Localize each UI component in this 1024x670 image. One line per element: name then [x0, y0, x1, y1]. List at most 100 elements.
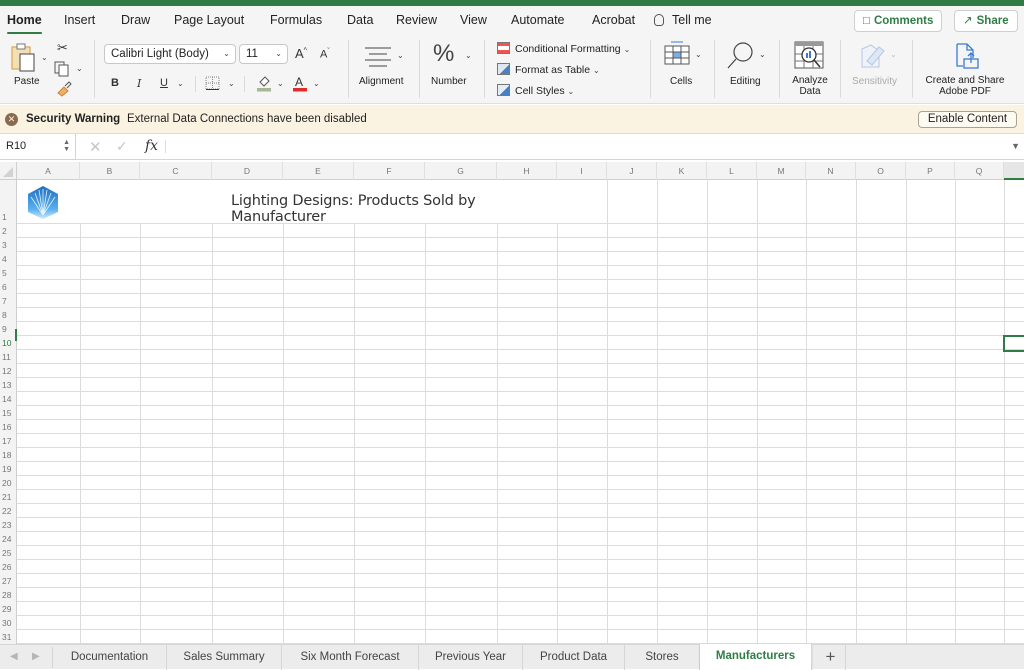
font-color-dropdown-icon[interactable]: ⌄: [313, 79, 320, 88]
font-name-select[interactable]: Calibri Light (Body) ⌄: [104, 44, 236, 64]
tab-acrobat[interactable]: Acrobat: [592, 13, 635, 27]
create-pdf-icon[interactable]: [953, 42, 981, 70]
row-header-27[interactable]: 27: [0, 576, 16, 586]
row-header-11[interactable]: 11: [0, 352, 16, 362]
column-header-g[interactable]: G: [425, 162, 497, 180]
row-header-8[interactable]: 8: [0, 310, 16, 320]
paste-dropdown-icon[interactable]: ⌄: [41, 53, 48, 62]
add-sheet-button[interactable]: +: [816, 645, 846, 670]
close-warning-icon[interactable]: ✕: [5, 113, 18, 126]
column-header-j[interactable]: J: [607, 162, 657, 180]
comments-button[interactable]: □ Comments: [854, 10, 943, 32]
row-header-19[interactable]: 19: [0, 464, 16, 474]
cells-icon[interactable]: [663, 40, 691, 66]
confirm-formula-icon[interactable]: ✓: [116, 138, 128, 155]
copy-dropdown-icon[interactable]: ⌄: [76, 64, 83, 73]
row-header-6[interactable]: 6: [0, 282, 16, 292]
share-button[interactable]: ↗ Share: [954, 10, 1018, 32]
sheet-tab-manufacturers[interactable]: Manufacturers: [700, 644, 812, 670]
copy-icon[interactable]: [54, 61, 70, 77]
tab-draw[interactable]: Draw: [121, 13, 150, 27]
row-header-5[interactable]: 5: [0, 268, 16, 278]
column-header-p[interactable]: P: [906, 162, 955, 180]
borders-icon[interactable]: [205, 76, 221, 91]
row-header-24[interactable]: 24: [0, 534, 16, 544]
sheet-tab-six-month-forecast[interactable]: Six Month Forecast: [282, 645, 419, 670]
tab-formulas[interactable]: Formulas: [270, 13, 322, 27]
editing-dropdown-icon[interactable]: ⌄: [759, 50, 766, 59]
select-all-button[interactable]: [0, 162, 17, 180]
row-header-10[interactable]: 10: [0, 329, 17, 348]
column-header-e[interactable]: E: [283, 162, 354, 180]
row-header-20[interactable]: 20: [0, 478, 16, 488]
number-dropdown-icon[interactable]: ⌄: [465, 51, 472, 60]
row-header-13[interactable]: 13: [0, 380, 16, 390]
row-header-31[interactable]: 31: [0, 632, 16, 642]
expand-formula-bar-icon[interactable]: ▼: [1011, 141, 1020, 151]
font-color-icon[interactable]: A: [292, 75, 308, 92]
format-painter-icon[interactable]: [56, 81, 72, 97]
cancel-formula-icon[interactable]: ✕: [89, 138, 102, 156]
row-header-4[interactable]: 4: [0, 254, 16, 264]
previous-sheet-icon[interactable]: ◀: [10, 651, 18, 662]
bold-button[interactable]: B: [111, 77, 119, 89]
sheet-tab-previous-year[interactable]: Previous Year: [419, 645, 523, 670]
row-header-15[interactable]: 15: [0, 408, 16, 418]
tab-view[interactable]: View: [460, 13, 487, 27]
row-header-2[interactable]: 2: [0, 226, 16, 236]
italic-button[interactable]: I: [137, 77, 141, 90]
fill-color-dropdown-icon[interactable]: ⌄: [277, 79, 284, 88]
conditional-formatting-button[interactable]: Conditional Formatting ⌄: [497, 42, 630, 55]
row-header-18[interactable]: 18: [0, 450, 16, 460]
sheet-tab-product-data[interactable]: Product Data: [523, 645, 625, 670]
column-header-q[interactable]: Q: [955, 162, 1004, 180]
tab-automate[interactable]: Automate: [511, 13, 565, 27]
selected-cell-r10[interactable]: [1003, 335, 1024, 352]
row-header-21[interactable]: 21: [0, 492, 16, 502]
insert-function-icon[interactable]: fx: [145, 138, 158, 154]
row-header-25[interactable]: 25: [0, 548, 16, 558]
row-header-7[interactable]: 7: [0, 296, 16, 306]
sheet-tab-sales-summary[interactable]: Sales Summary: [167, 645, 282, 670]
sheet-tab-stores[interactable]: Stores: [625, 645, 700, 670]
row-header-14[interactable]: 14: [0, 394, 16, 404]
name-box-stepper-icon[interactable]: ▲ ▼: [63, 139, 70, 153]
alignment-icon[interactable]: [363, 44, 393, 68]
cut-icon[interactable]: ✂: [57, 40, 68, 56]
font-size-select[interactable]: 11 ⌄: [239, 44, 288, 64]
underline-button[interactable]: U: [160, 77, 168, 89]
decrease-font-size-button[interactable]: Aˇ: [320, 48, 330, 61]
column-header-a[interactable]: A: [17, 162, 80, 180]
column-header-o[interactable]: O: [856, 162, 906, 180]
tab-review[interactable]: Review: [396, 13, 437, 27]
column-header-l[interactable]: L: [707, 162, 757, 180]
column-header-n[interactable]: N: [806, 162, 856, 180]
next-sheet-icon[interactable]: ▶: [32, 651, 40, 662]
name-box[interactable]: R10 ▲ ▼: [0, 134, 76, 159]
row-header-28[interactable]: 28: [0, 590, 16, 600]
column-header-m[interactable]: M: [757, 162, 806, 180]
column-header-c[interactable]: C: [140, 162, 212, 180]
column-header-k[interactable]: K: [657, 162, 707, 180]
tab-page-layout[interactable]: Page Layout: [174, 13, 244, 27]
row-header-29[interactable]: 29: [0, 604, 16, 614]
cell-styles-button[interactable]: Cell Styles ⌄: [497, 84, 574, 97]
row-header-30[interactable]: 30: [0, 618, 16, 628]
row-header-16[interactable]: 16: [0, 422, 16, 432]
tell-me[interactable]: Tell me: [654, 13, 712, 27]
underline-dropdown-icon[interactable]: ⌄: [177, 79, 184, 88]
row-header-23[interactable]: 23: [0, 520, 16, 530]
column-header-f[interactable]: F: [354, 162, 425, 180]
row-header-12[interactable]: 12: [0, 366, 16, 376]
row-header-3[interactable]: 3: [0, 240, 16, 250]
fill-color-icon[interactable]: [256, 75, 272, 92]
spreadsheet-grid[interactable]: ABCDEFGHIJKLMNOPQ 1 2 3 4 5 6 7 8 9 10 11 12 13 14 15 1…: [0, 162, 1024, 644]
row-header-22[interactable]: 22: [0, 506, 16, 516]
row-header-9[interactable]: 9: [0, 324, 16, 334]
paste-icon[interactable]: [10, 42, 40, 74]
column-header-d[interactable]: D: [212, 162, 283, 180]
tab-home[interactable]: Home: [7, 13, 42, 34]
percent-icon[interactable]: %: [433, 40, 454, 68]
enable-content-button[interactable]: Enable Content: [918, 111, 1017, 128]
alignment-dropdown-icon[interactable]: ⌄: [397, 51, 404, 60]
